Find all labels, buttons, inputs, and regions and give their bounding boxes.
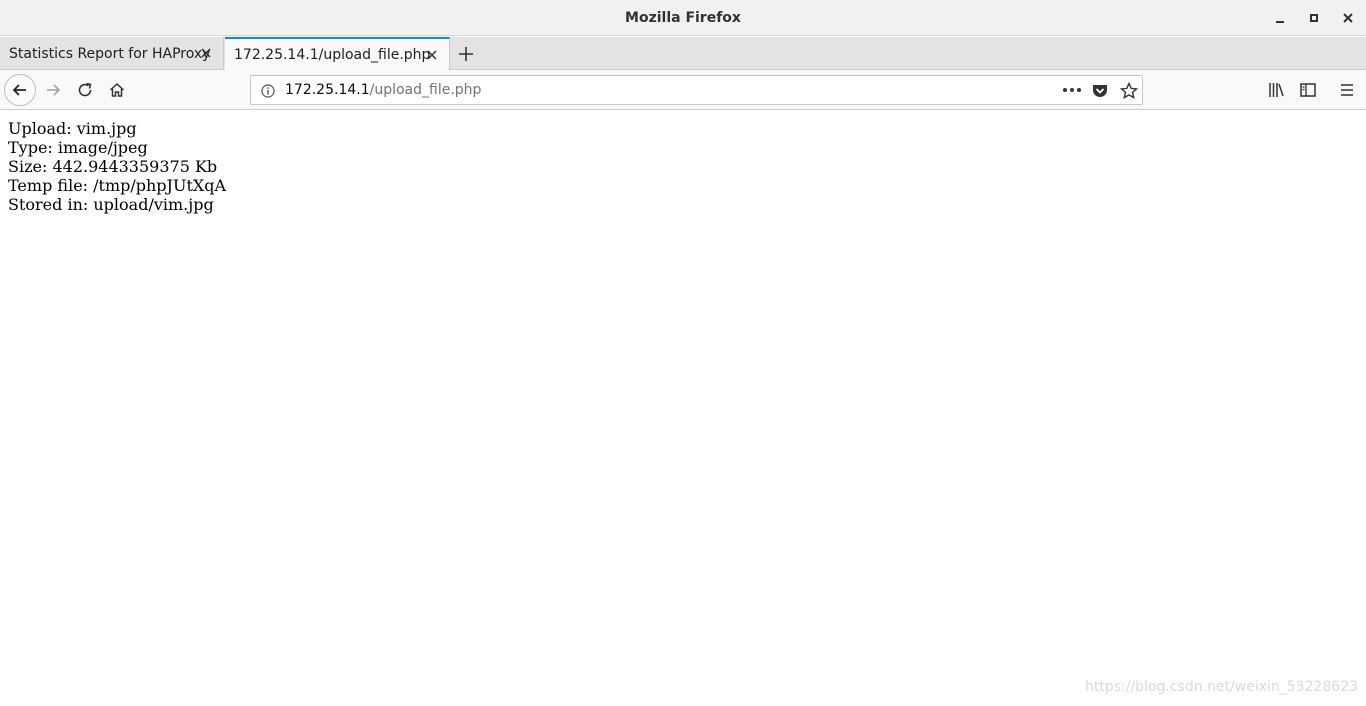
library-icon[interactable] [1266, 80, 1286, 100]
minimize-icon[interactable] [1268, 6, 1292, 30]
size-line: Size: 442.9443359375 Kb [8, 157, 218, 176]
temp-file-line: Temp file: /tmp/phpJUtXqA [8, 176, 227, 195]
upload-result: Upload: vim.jpg Type: image/jpeg Size: 4… [8, 119, 226, 214]
navigation-toolbar: 172.25.14.1/upload_file.php [0, 70, 1366, 110]
upload-line: Upload: vim.jpg [8, 119, 137, 138]
bookmark-star-icon[interactable] [1119, 81, 1139, 101]
home-icon[interactable] [107, 80, 127, 100]
forward-arrow-icon[interactable] [43, 80, 63, 100]
window-title: Mozilla Firefox [625, 10, 741, 26]
tab-label: Statistics Report for HAProxy [9, 45, 211, 62]
maximize-icon[interactable] [1302, 6, 1326, 30]
watermark: https://blog.csdn.net/weixin_53228623 [1085, 679, 1359, 695]
stored-in-line: Stored in: upload/vim.jpg [8, 195, 214, 214]
tab-strip: Statistics Report for HAProxy 172.25.14.… [0, 37, 1366, 70]
type-line: Type: image/jpeg [8, 138, 148, 157]
tab-haproxy-stats[interactable]: Statistics Report for HAProxy [0, 37, 224, 70]
tab-label: 172.25.14.1/upload_file.php [234, 46, 431, 63]
url-path: /upload_file.php [369, 82, 482, 98]
tab-close-icon[interactable] [425, 48, 439, 62]
page-content: Upload: vim.jpg Type: image/jpeg Size: 4… [0, 111, 1366, 706]
back-arrow-icon[interactable] [4, 74, 36, 106]
tab-close-icon[interactable] [199, 46, 213, 60]
url-host: 172.25.14.1 [285, 82, 370, 98]
tab-upload-file[interactable]: 172.25.14.1/upload_file.php [225, 37, 450, 70]
new-tab-icon[interactable] [456, 44, 476, 64]
reload-icon[interactable] [75, 80, 95, 100]
more-dots-icon[interactable] [1061, 82, 1083, 98]
pocket-icon[interactable] [1091, 82, 1109, 100]
address-bar[interactable]: 172.25.14.1/upload_file.php [250, 75, 1143, 105]
close-icon[interactable] [1336, 6, 1360, 30]
window-titlebar: Mozilla Firefox [0, 0, 1366, 36]
url-text[interactable]: 172.25.14.1/upload_file.php [285, 76, 481, 104]
hamburger-menu-icon[interactable] [1337, 80, 1357, 100]
info-icon[interactable] [260, 83, 276, 99]
sidebar-icon[interactable] [1298, 80, 1318, 100]
